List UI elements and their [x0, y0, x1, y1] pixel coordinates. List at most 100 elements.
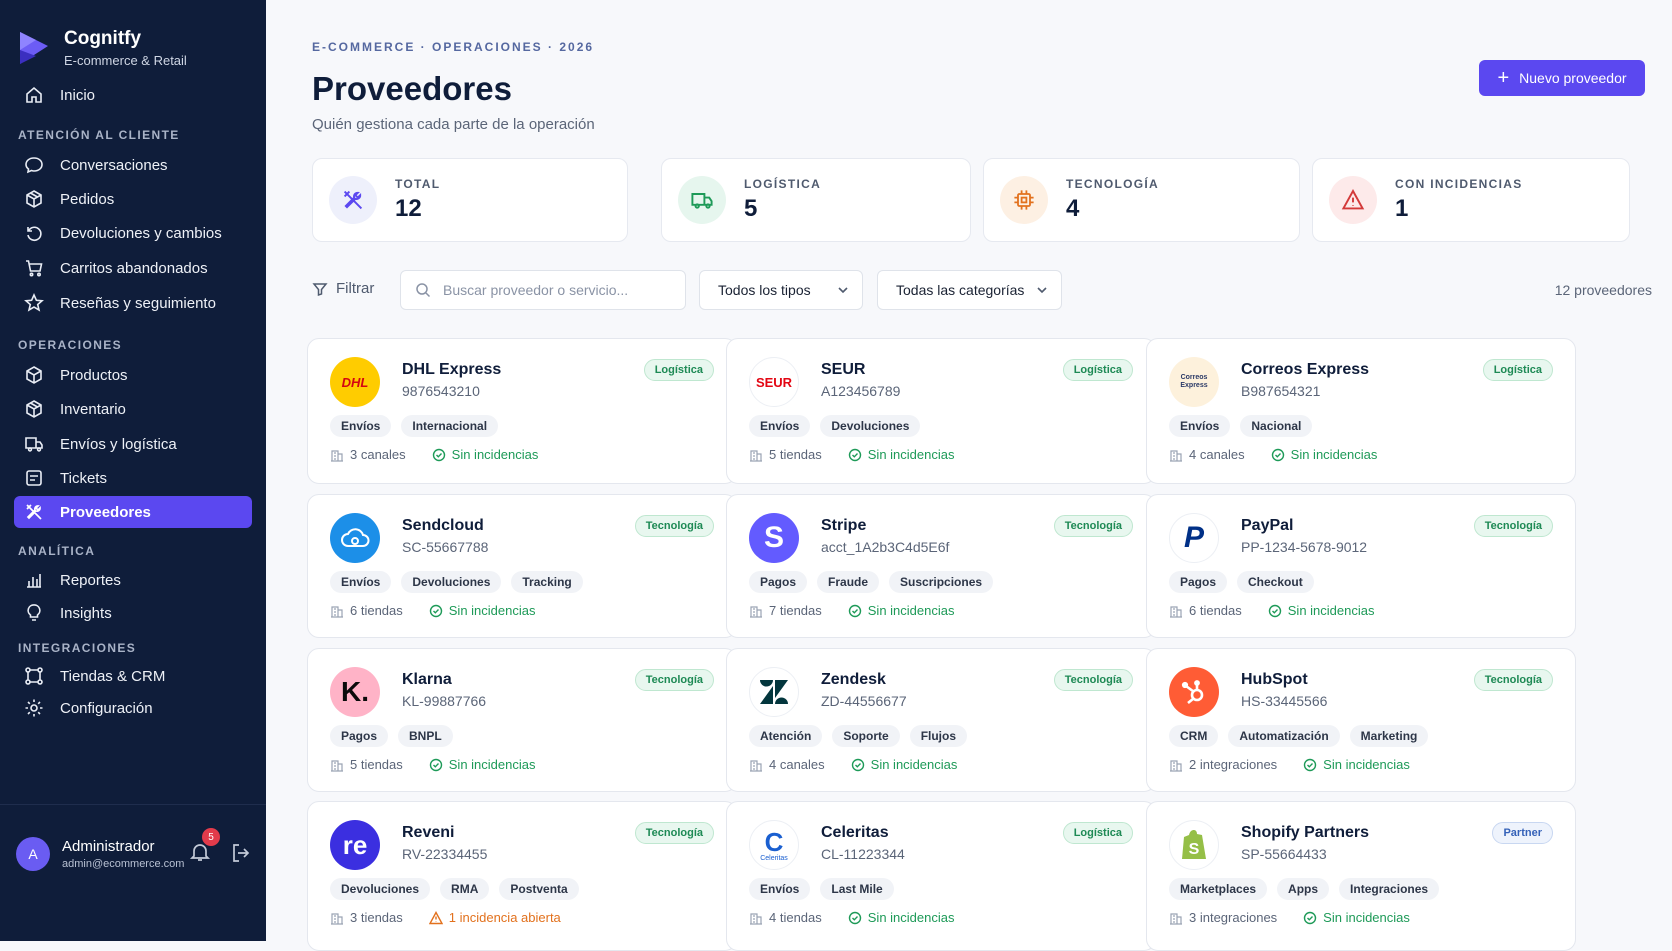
provider-name: Reveni [402, 824, 455, 841]
brand[interactable]: Cognitfy E-commerce & Retail [0, 0, 266, 80]
nav-item-envios[interactable]: Envíos y logística [14, 428, 252, 460]
provider-card-paypal[interactable]: P PayPal PP-1234-5678-9012 Tecnología Pa… [1146, 494, 1576, 638]
category-select[interactable]: Todas las categorías [877, 270, 1062, 310]
provider-card-reveni[interactable]: re Reveni RV-22334455 Tecnología Devoluc… [307, 801, 737, 951]
tag: BNPL [398, 725, 453, 747]
nav-item-resenas[interactable]: Reseñas y seguimiento [14, 287, 252, 319]
category-badge: Logística [1482, 359, 1553, 381]
tools-icon [329, 176, 377, 224]
category-badge: Logística [1062, 359, 1133, 381]
category-badge: Tecnología [1053, 669, 1133, 691]
tag: Envíos [1169, 415, 1231, 437]
box-icon [22, 187, 46, 211]
nav-item-inventario[interactable]: Inventario [14, 393, 252, 425]
chip-icon [1000, 176, 1048, 224]
provider-meta: 5 tiendas [330, 757, 403, 772]
provider-meta: 4 tiendas [749, 910, 822, 925]
tag: Envíos [749, 415, 811, 437]
nav-item-productos[interactable]: Productos [14, 359, 252, 391]
nav-item-insights[interactable]: Insights [14, 597, 252, 629]
user-profile[interactable]: A Administrador admin@ecommerce.com 5 [16, 828, 252, 874]
tag: Marketing [1349, 725, 1429, 747]
stripe-logo-icon: S [749, 513, 799, 563]
status-ok: Sin incidencias [432, 447, 538, 462]
building-icon [750, 605, 762, 618]
provider-code: A123456789 [821, 383, 901, 399]
nav-section-operaciones: OPERACIONES [18, 338, 123, 352]
provider-code: 9876543210 [402, 383, 480, 399]
status-warning: 1 incidencia abierta [428, 910, 561, 925]
cube-icon [22, 363, 46, 387]
logout-icon[interactable] [230, 842, 252, 864]
cloud-logo-icon [330, 513, 380, 563]
provider-card-celeritas[interactable]: C Celeritas Celeritas CL-11223344 Logísti… [726, 801, 1156, 951]
building-icon [750, 759, 762, 772]
nav-item-conversaciones[interactable]: Conversaciones [14, 149, 252, 181]
nav-item-tiendas-crm[interactable]: Tiendas & CRM [14, 660, 252, 692]
main-content: E-COMMERCE · OPERACIONES · 2026 Proveedo… [266, 0, 1672, 951]
provider-name: Sendcloud [402, 517, 484, 534]
provider-code: HS-33445566 [1241, 693, 1328, 709]
provider-card-sendcloud[interactable]: Sendcloud SC-55667788 Tecnología Envíos D… [307, 494, 737, 638]
nav-item-reportes[interactable]: Reportes [14, 564, 252, 596]
nav-label: Carritos abandonados [60, 259, 208, 277]
type-select[interactable]: Todos los tipos [699, 270, 863, 310]
category-select-value: Todas las categorías [896, 282, 1025, 298]
filter-icon [312, 282, 328, 296]
category-badge: Tecnología [634, 669, 714, 691]
provider-code: ZD-44556677 [821, 693, 907, 709]
nav-label: Tickets [60, 469, 107, 487]
category-badge: Tecnología [1473, 669, 1553, 691]
building-icon [750, 449, 762, 462]
sidebar-divider [0, 804, 266, 805]
nav-item-devoluciones[interactable]: Devoluciones y cambios [14, 217, 252, 249]
provider-count: 12 proveedores [1554, 282, 1652, 298]
tag: Suscripciones [889, 571, 994, 593]
nav-item-tickets[interactable]: Tickets [14, 462, 252, 494]
provider-card-stripe[interactable]: S Stripe acct_1A2b3C4d5E6f Tecnología Pa… [726, 494, 1156, 638]
chevron-down-icon [1037, 287, 1047, 294]
category-badge: Tecnología [634, 515, 714, 537]
building-icon [331, 449, 343, 462]
tag: Soporte [832, 725, 900, 747]
provider-card-correos-express[interactable]: Correos Express Correos Express B9876543… [1146, 338, 1576, 484]
chevron-down-icon [838, 287, 848, 294]
provider-meta: 3 tiendas [330, 910, 403, 925]
stat-incidencias: CON INCIDENCIAS 1 [1312, 158, 1630, 242]
new-provider-button[interactable]: + Nuevo proveedor [1479, 60, 1645, 96]
provider-code: RV-22334455 [402, 846, 488, 862]
provider-card-klarna[interactable]: K. Klarna KL-99887766 Tecnología Pagos BN… [307, 648, 737, 792]
nav-item-inicio[interactable]: Inicio [14, 79, 252, 111]
provider-card-shopify-partners[interactable]: S Shopify Partners SP-55664433 Partner M… [1146, 801, 1576, 951]
tag: Marketplaces [1169, 878, 1268, 900]
avatar[interactable]: A [16, 837, 50, 871]
status-ok: Sin incidencias [1268, 603, 1374, 618]
svg-text:S: S [1189, 841, 1200, 858]
check-circle-icon [1303, 758, 1317, 771]
tag: Envíos [330, 415, 392, 437]
provider-card-zendesk[interactable]: Zendesk ZD-44556677 Tecnología Atención S… [726, 648, 1156, 792]
category-badge: Tecnología [1053, 515, 1133, 537]
nav-label: Reseñas y seguimiento [60, 294, 216, 312]
provider-card-hubspot[interactable]: HubSpot HS-33445566 Tecnología CRM Automa… [1146, 648, 1576, 792]
filter-button[interactable]: Filtrar [312, 280, 374, 297]
dhl-logo-icon: DHL [330, 357, 380, 407]
search-placeholder: Buscar proveedor o servicio... [443, 282, 629, 298]
category-badge: Logística [643, 359, 714, 381]
nav-item-proveedores[interactable]: Proveedores [14, 496, 252, 528]
nav-item-configuracion[interactable]: Configuración [14, 692, 252, 724]
check-circle-icon [848, 604, 861, 617]
stat-label: TOTAL [395, 177, 441, 191]
tag: Checkout [1237, 571, 1314, 593]
tag: Fraude [817, 571, 880, 593]
network-icon [22, 664, 46, 688]
provider-card-seur[interactable]: SEUR SEUR A123456789 Logística Envíos Dev… [726, 338, 1156, 484]
search-input[interactable]: Buscar proveedor o servicio... [400, 270, 686, 310]
provider-card-dhl[interactable]: DHL DHL Express 9876543210 Logística Env… [307, 338, 737, 484]
provider-name: PayPal [1241, 517, 1294, 534]
tag: Nacional [1240, 415, 1313, 437]
nav-item-carritos[interactable]: Carritos abandonados [14, 252, 252, 284]
home-icon [22, 83, 46, 107]
nav-item-pedidos[interactable]: Pedidos [14, 183, 252, 215]
status-ok: Sin incidencias [848, 447, 954, 462]
